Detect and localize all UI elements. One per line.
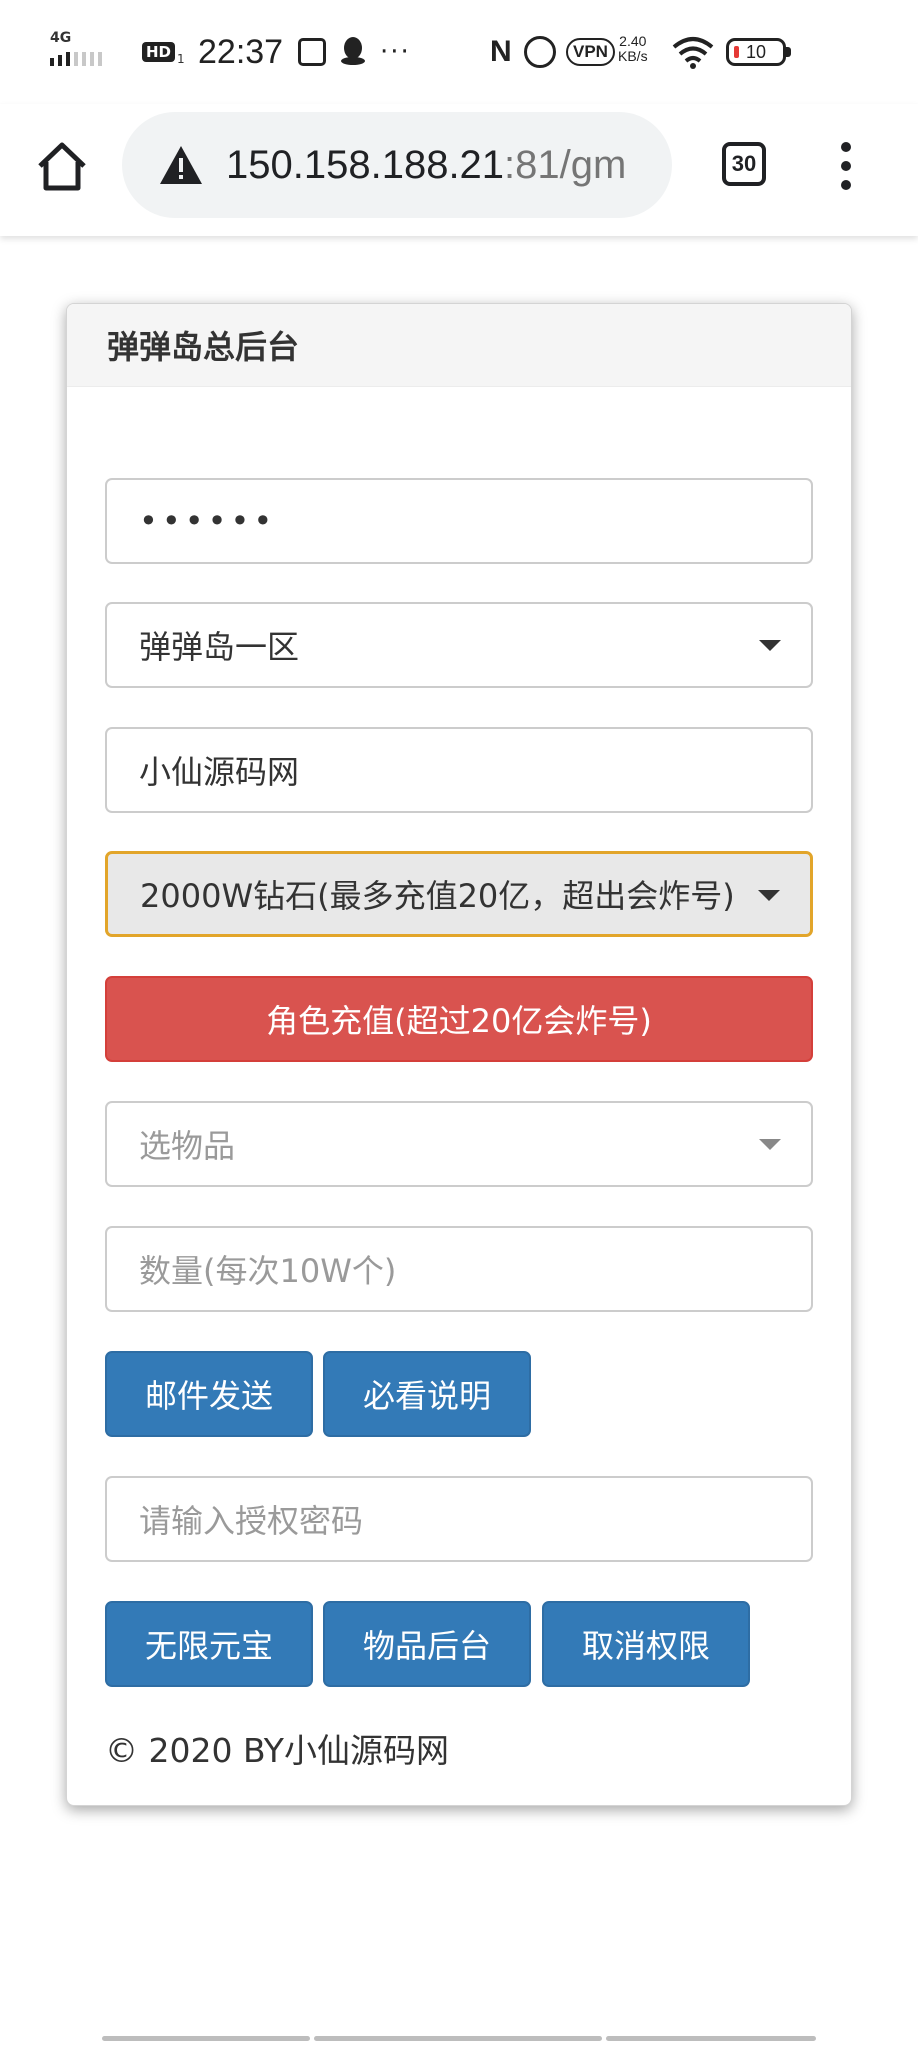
status-bar: 4G HD 1 22:37 ··· N VPN 2.40 KB/s 10 [0,0,918,104]
password-input[interactable]: •••••• [105,478,813,564]
network-type-label: 4G [50,30,72,46]
battery-icon: 10 [726,38,786,66]
must-read-button[interactable]: 必看说明 [323,1351,531,1437]
nav-gesture-bar [606,2036,816,2041]
copyright-footer: © 2020 BY小仙源码网 [105,1731,449,1770]
chevron-down-icon [758,890,780,901]
chevron-down-icon [759,1139,781,1150]
recharge-amount-select[interactable]: 2000W钻石(最多充值20亿，超出会炸号) [105,851,813,937]
auth-password-input[interactable]: 请输入授权密码 [105,1476,813,1562]
server-select[interactable]: 弹弹岛一区 [105,602,813,688]
item-select-placeholder: 选物品 [139,1127,236,1165]
wifi-icon [672,37,714,69]
url-text[interactable]: 150.158.188.21:81/gm [226,143,626,188]
mail-send-button[interactable]: 邮件发送 [105,1351,313,1437]
cellular-signal-icon: 4G [50,30,102,70]
vpn-icon: VPN [566,38,615,66]
nav-gesture-bar [102,2036,310,2041]
revoke-permission-button[interactable]: 取消权限 [542,1601,750,1687]
notification-app-icon [298,38,326,66]
more-notifications-icon: ··· [380,37,411,67]
home-icon[interactable] [34,138,90,194]
qq-penguin-icon [341,37,365,65]
admin-panel: 弹弹岛总后台 •••••• 弹弹岛一区 小仙源码网 2000W钻石(最多充值20… [66,303,852,1806]
nav-gesture-bar [314,2036,602,2041]
overflow-menu-icon[interactable] [836,142,856,190]
warning-icon[interactable] [158,144,204,186]
battery-tip [786,47,791,57]
item-select[interactable]: 选物品 [105,1101,813,1187]
server-select-value: 弹弹岛一区 [139,628,300,666]
unlimited-ingot-button[interactable]: 无限元宝 [105,1601,313,1687]
recharge-button[interactable]: 角色充值(超过20亿会炸号) [105,976,813,1062]
browser-toolbar: 150.158.188.21:81/gm 30 [0,104,918,236]
hd-voice-icon: HD 1 [142,34,185,70]
nfc-icon: N [490,35,512,68]
panel-title: 弹弹岛总后台 [67,304,851,387]
quantity-input[interactable]: 数量(每次10W个) [105,1226,813,1312]
recharge-amount-value: 2000W钻石(最多充值20亿，超出会炸号) [140,877,735,915]
role-name-input[interactable]: 小仙源码网 [105,727,813,813]
tab-switcher-button[interactable]: 30 [722,142,766,186]
network-speed: 2.40 KB/s [618,33,648,64]
clock: 22:37 [198,32,284,71]
chevron-down-icon [759,640,781,651]
item-admin-button[interactable]: 物品后台 [323,1601,531,1687]
address-bar[interactable]: 150.158.188.21:81/gm [122,112,672,218]
alarm-icon [524,36,556,68]
